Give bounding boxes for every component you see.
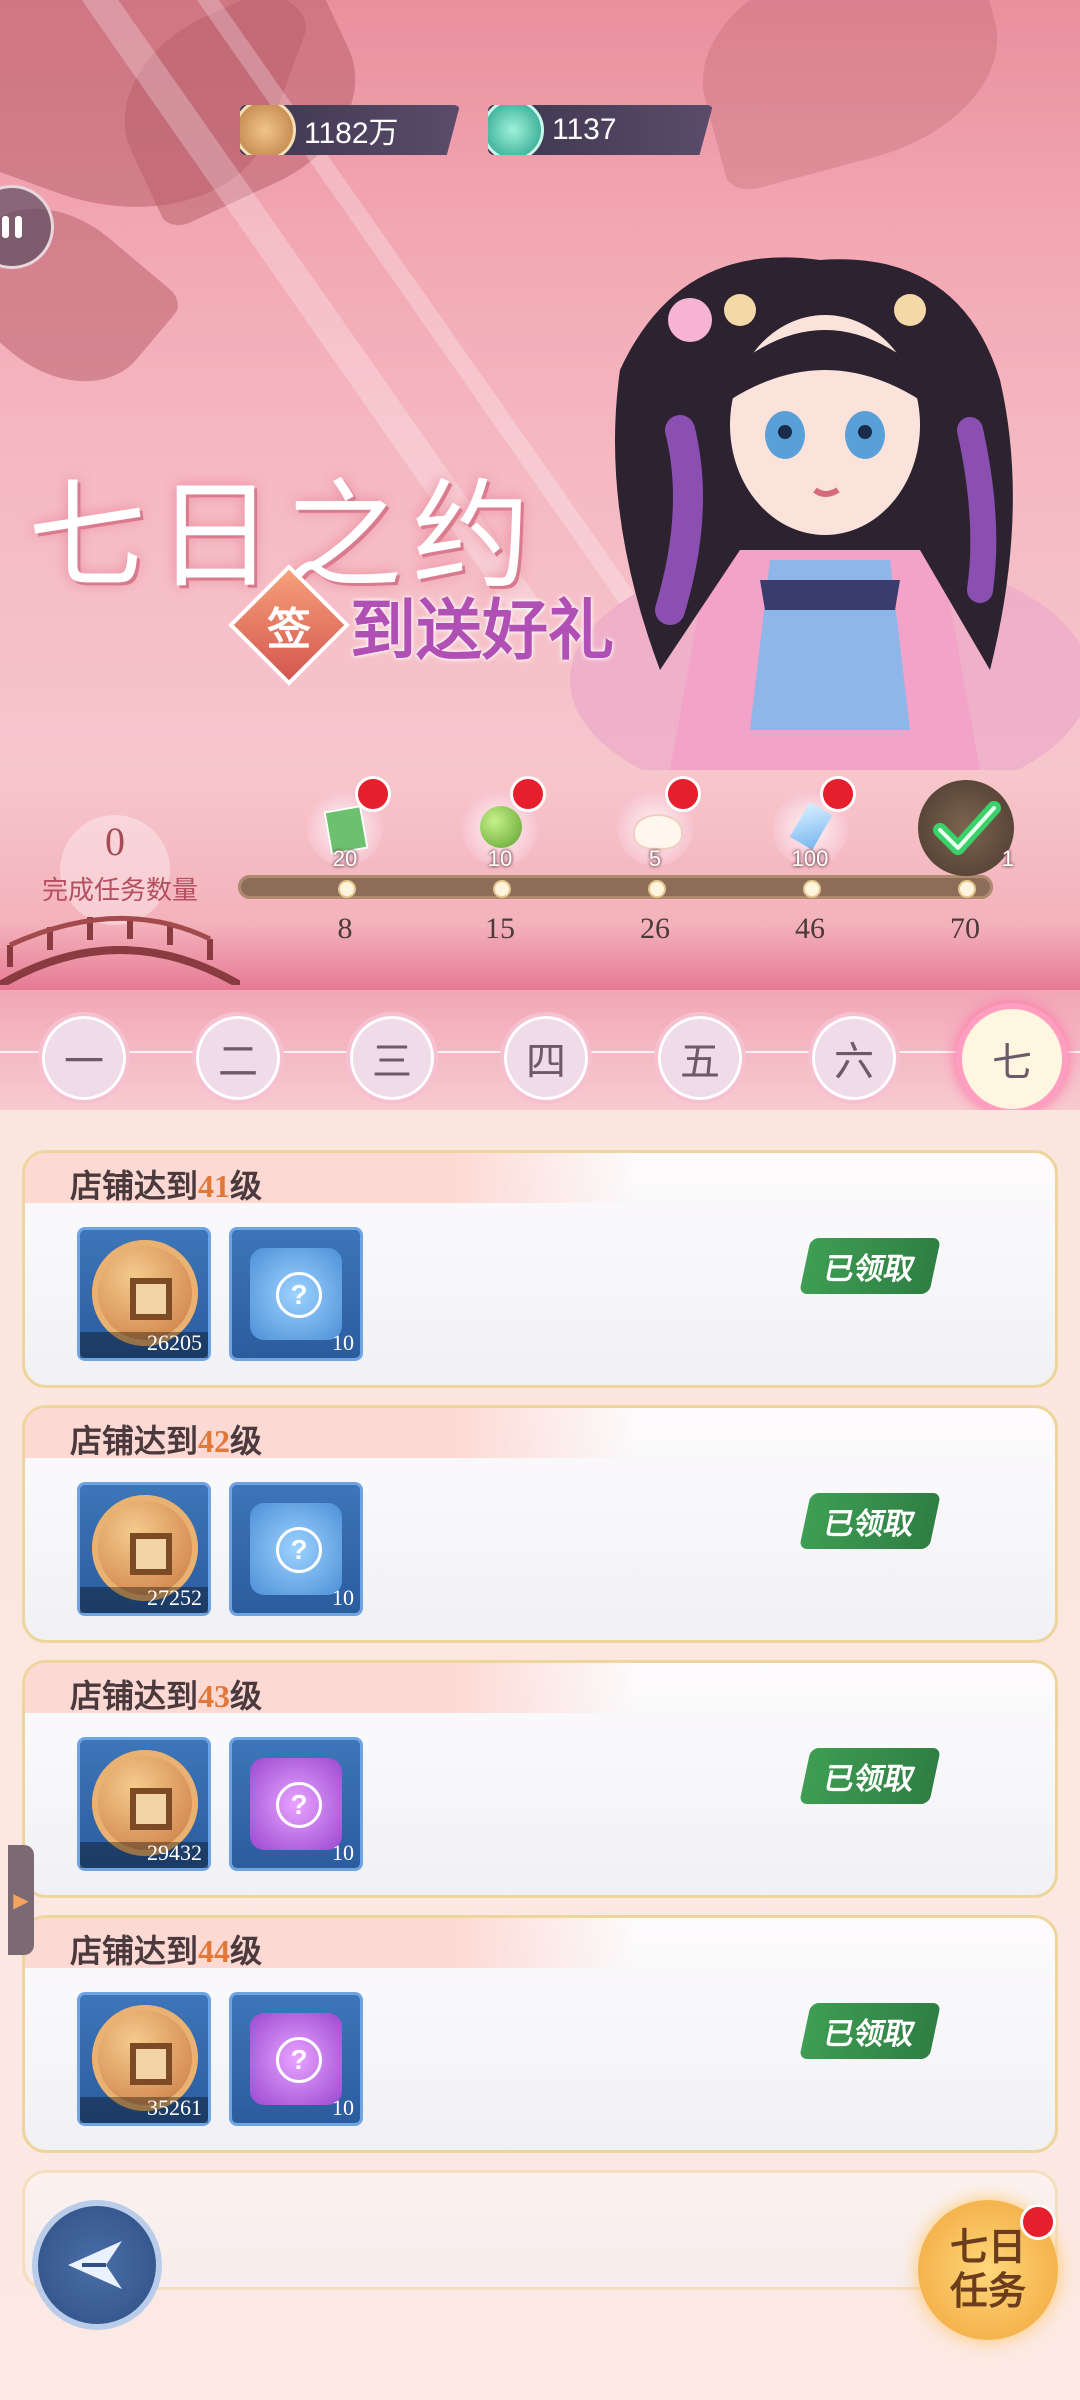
reward-slot[interactable]: ? 10 bbox=[229, 1482, 363, 1616]
coin-balance: 1182万 bbox=[240, 105, 460, 155]
reward-qty: 10 bbox=[332, 1585, 354, 1610]
milestone-qty: 5 bbox=[648, 846, 662, 871]
reward-slot[interactable]: ? 10 bbox=[229, 1227, 363, 1361]
claimed-stamp: 已领取 bbox=[799, 1238, 941, 1294]
task-card: 店铺达到43级 29432 ? 10 已领取 bbox=[22, 1660, 1058, 1898]
task-title: 店铺达到43级 bbox=[70, 1678, 263, 1714]
reward-qty: 27252 bbox=[147, 1585, 202, 1610]
reward-qty: 29432 bbox=[147, 1840, 202, 1865]
task-level: 44 bbox=[198, 1933, 231, 1969]
sign-in-badge: 签 bbox=[233, 569, 345, 681]
reward-slot[interactable]: ? 10 bbox=[229, 1737, 363, 1871]
milestone-threshold: 15 bbox=[485, 912, 515, 945]
tab-day-5[interactable]: 五 bbox=[654, 1012, 746, 1104]
milestone-threshold: 26 bbox=[640, 912, 670, 945]
banner: 1182万 1137 七日之约 签 到送好礼 bbox=[0, 0, 1080, 770]
claimed-stamp: 已领取 bbox=[799, 1493, 941, 1549]
leaf-decoration bbox=[679, 0, 1021, 196]
claimed-stamp: 已领取 bbox=[799, 1748, 941, 1804]
reward-qty: 10 bbox=[332, 1330, 354, 1355]
reward-slot[interactable]: 29432 bbox=[77, 1737, 211, 1871]
claimed-stamp: 已领取 bbox=[799, 2003, 941, 2059]
task-level: 41 bbox=[198, 1168, 231, 1204]
back-button[interactable] bbox=[32, 2200, 162, 2330]
milestone-marker bbox=[648, 880, 666, 898]
milestone-threshold: 8 bbox=[337, 912, 353, 945]
tab-day-6[interactable]: 六 bbox=[808, 1012, 900, 1104]
milestone-qty: 10 bbox=[487, 846, 513, 871]
milestone-marker bbox=[958, 880, 976, 898]
blue-puzzle-icon: ? bbox=[250, 1503, 342, 1595]
blue-puzzle-icon: ? bbox=[250, 1248, 342, 1340]
task-card: 店铺达到41级 26205 ? 10 已领取 bbox=[22, 1150, 1058, 1388]
reward-qty: 10 bbox=[332, 1840, 354, 1865]
milestone-qty: 1 bbox=[1001, 846, 1014, 871]
purple-puzzle-icon: ? bbox=[250, 1758, 342, 1850]
reward-qty: 10 bbox=[332, 2095, 354, 2120]
sign-in-badge-label: 签 bbox=[267, 605, 311, 654]
reward-qty: 35261 bbox=[147, 2095, 202, 2120]
tab-day-3[interactable]: 三 bbox=[346, 1012, 438, 1104]
copper-coin-icon bbox=[240, 105, 296, 155]
milestone-qty: 20 bbox=[332, 846, 358, 871]
purple-puzzle-icon: ? bbox=[250, 2013, 342, 2105]
milestone-threshold: 70 bbox=[950, 912, 980, 945]
task-title: 店铺达到42级 bbox=[70, 1423, 263, 1459]
coin-balance-value: 1182万 bbox=[304, 117, 399, 150]
completed-count: 0 bbox=[105, 819, 125, 864]
side-drawer-handle[interactable]: ▶ bbox=[8, 1845, 34, 1955]
milestone-reward[interactable]: 20 bbox=[307, 776, 391, 871]
milestone-marker bbox=[338, 880, 356, 898]
task-card-partial bbox=[22, 2170, 1058, 2290]
task-card: 店铺达到44级 35261 ? 10 已领取 bbox=[22, 1915, 1058, 2153]
milestone-threshold: 46 bbox=[795, 912, 825, 945]
milestone-reward[interactable]: 1 bbox=[918, 780, 1014, 876]
notification-dot bbox=[355, 776, 391, 812]
reward-slot[interactable]: ? 10 bbox=[229, 1992, 363, 2126]
character-illustration bbox=[570, 257, 1080, 770]
milestone-qty: 100 bbox=[791, 846, 829, 871]
notification-dot bbox=[820, 776, 856, 812]
task-button-line2: 任务 bbox=[949, 2271, 1026, 2313]
jade-icon bbox=[488, 105, 544, 155]
milestone-marker bbox=[803, 880, 821, 898]
notification-dot bbox=[510, 776, 546, 812]
milestone-reward[interactable]: 100 bbox=[772, 776, 856, 871]
reward-qty: 26205 bbox=[147, 1330, 202, 1355]
milestone-reward[interactable]: 10 bbox=[462, 776, 546, 871]
tab-day-1[interactable]: 一 bbox=[38, 1012, 130, 1104]
seven-day-tasks-button[interactable]: 七日 任务 bbox=[918, 2200, 1058, 2340]
task-title: 店铺达到44级 bbox=[70, 1933, 263, 1969]
event-subtitle: 签 到送好礼 bbox=[233, 569, 614, 681]
task-title: 店铺达到41级 bbox=[70, 1168, 263, 1204]
task-card: 店铺达到42级 27252 ? 10 已领取 bbox=[22, 1405, 1058, 1643]
back-arrow-icon bbox=[68, 2241, 122, 2289]
task-button-line1: 七日 bbox=[949, 2227, 1026, 2269]
jade-balance-value: 1137 bbox=[552, 113, 617, 146]
reward-slot[interactable]: 27252 bbox=[77, 1482, 211, 1616]
milestone-reward[interactable]: 5 bbox=[617, 776, 701, 871]
task-level: 43 bbox=[198, 1678, 231, 1714]
reward-slot[interactable]: 26205 bbox=[77, 1227, 211, 1361]
tab-day-7[interactable]: 七 bbox=[956, 1003, 1068, 1115]
notification-dot bbox=[665, 776, 701, 812]
reward-slot[interactable]: 35261 bbox=[77, 1992, 211, 2126]
jade-balance: 1137 bbox=[488, 105, 713, 155]
tab-day-4[interactable]: 四 bbox=[500, 1012, 592, 1104]
task-level: 42 bbox=[198, 1423, 231, 1459]
completed-count-label: 完成任务数量 bbox=[41, 876, 198, 905]
tab-day-2[interactable]: 二 bbox=[192, 1012, 284, 1104]
milestone-marker bbox=[493, 880, 511, 898]
bridge-decoration bbox=[0, 915, 240, 985]
notification-dot bbox=[1020, 2204, 1056, 2240]
event-subtitle-text: 到送好礼 bbox=[350, 595, 614, 668]
